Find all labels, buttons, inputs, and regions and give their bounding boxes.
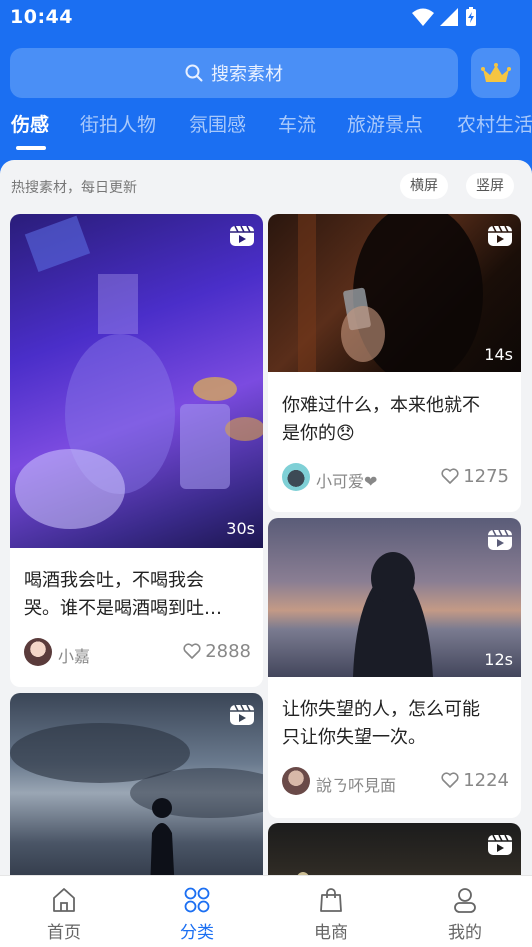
caption-line: 只让你失望一次。 bbox=[282, 727, 426, 748]
filter-portrait[interactable]: 竖屏 bbox=[466, 173, 514, 199]
video-card[interactable] bbox=[268, 823, 521, 880]
signal-icon bbox=[440, 8, 458, 26]
wifi-icon bbox=[412, 8, 434, 26]
avatar[interactable] bbox=[282, 463, 310, 491]
heart-icon bbox=[441, 772, 459, 788]
video-card[interactable] bbox=[10, 693, 263, 880]
tab-traffic[interactable]: 车流 bbox=[278, 110, 316, 137]
vip-button[interactable] bbox=[471, 48, 520, 98]
like-count[interactable]: 1275 bbox=[441, 466, 509, 487]
like-count[interactable]: 2888 bbox=[183, 641, 251, 662]
crown-icon bbox=[480, 63, 511, 82]
header: 10:44 搜索素材 伤感 街拍人物 氛围感 车流 旅游景点 农村生活 bbox=[0, 0, 532, 175]
video-thumbnail bbox=[268, 823, 521, 880]
video-duration: 30s bbox=[226, 519, 255, 538]
feed-hint: 热搜素材，每日更新 bbox=[11, 180, 137, 196]
video-thumbnail bbox=[268, 214, 521, 384]
video-caption: 让你失望的人，怎么可能 只让你失望一次。 bbox=[282, 696, 480, 752]
tab-atmosphere[interactable]: 氛围感 bbox=[189, 110, 246, 137]
username[interactable]: 小嘉 bbox=[58, 643, 90, 667]
shopping-bag-icon bbox=[320, 888, 342, 912]
heart-icon bbox=[183, 643, 201, 659]
tab-sad[interactable]: 伤感 bbox=[11, 110, 49, 137]
nav-home[interactable]: 首页 bbox=[29, 886, 99, 943]
status-time: 10:44 bbox=[10, 6, 73, 28]
video-caption: 你难过什么，本来他就不 是你的😞 bbox=[282, 392, 480, 448]
status-icons bbox=[410, 6, 494, 32]
avatar[interactable] bbox=[24, 638, 52, 666]
profile-icon bbox=[454, 888, 476, 913]
nav-label: 分类 bbox=[180, 923, 214, 943]
caption-line: 让你失望的人，怎么可能 bbox=[282, 699, 480, 720]
nav-label: 首页 bbox=[47, 923, 81, 943]
video-icon bbox=[488, 225, 512, 246]
status-bar: 10:44 bbox=[0, 0, 532, 34]
video-thumbnail bbox=[10, 693, 263, 880]
caption-line: 你难过什么，本来他就不 bbox=[282, 395, 480, 416]
search-bar[interactable]: 搜索素材 bbox=[10, 48, 458, 98]
caption-line: 是你的😞 bbox=[282, 423, 355, 444]
like-count-value: 1224 bbox=[463, 770, 509, 791]
video-card[interactable]: 12s 让你失望的人，怎么可能 只让你失望一次。 說ㄋ吥見面 1224 bbox=[268, 518, 521, 818]
heart-icon bbox=[441, 468, 459, 484]
battery-icon bbox=[466, 7, 476, 26]
video-thumbnail bbox=[268, 518, 521, 677]
video-duration: 12s bbox=[484, 650, 513, 669]
like-count[interactable]: 1224 bbox=[441, 770, 509, 791]
video-thumbnail bbox=[10, 214, 263, 548]
username[interactable]: 說ㄋ吥見面 bbox=[316, 772, 396, 796]
caption-line: 哭。谁不是喝酒喝到吐… bbox=[24, 598, 222, 619]
username[interactable]: 小可爱❤ bbox=[316, 468, 377, 492]
filter-landscape[interactable]: 横屏 bbox=[400, 173, 448, 199]
nav-label: 我的 bbox=[448, 923, 482, 943]
video-caption: 喝酒我会吐，不喝我会 哭。谁不是喝酒喝到吐… bbox=[24, 567, 222, 623]
category-icon bbox=[184, 887, 210, 913]
avatar[interactable] bbox=[282, 767, 310, 795]
nav-category[interactable]: 分类 bbox=[162, 886, 232, 943]
nav-label: 电商 bbox=[314, 923, 348, 943]
nav-shop[interactable]: 电商 bbox=[296, 886, 366, 943]
home-icon bbox=[53, 888, 75, 912]
like-count-value: 1275 bbox=[463, 466, 509, 487]
category-tabs: 伤感 街拍人物 氛围感 车流 旅游景点 农村生活 bbox=[0, 110, 532, 154]
caption-line: 喝酒我会吐，不喝我会 bbox=[24, 570, 204, 591]
bottom-nav: 首页 分类 电商 我的 bbox=[0, 875, 532, 947]
video-icon bbox=[488, 529, 512, 550]
video-icon bbox=[230, 225, 254, 246]
like-count-value: 2888 bbox=[205, 641, 251, 662]
active-tab-indicator bbox=[16, 146, 46, 150]
video-icon bbox=[230, 704, 254, 725]
nav-profile[interactable]: 我的 bbox=[430, 886, 500, 943]
tab-travel-spots[interactable]: 旅游景点 bbox=[347, 110, 423, 137]
video-duration: 14s bbox=[484, 345, 513, 364]
tab-rural-life[interactable]: 农村生活 bbox=[457, 110, 532, 137]
search-icon bbox=[185, 64, 203, 82]
video-card[interactable]: 14s 你难过什么，本来他就不 是你的😞 小可爱❤ 1275 bbox=[268, 214, 521, 512]
search-placeholder: 搜索素材 bbox=[211, 64, 283, 85]
video-icon bbox=[488, 834, 512, 855]
video-card[interactable]: 30s 喝酒我会吐，不喝我会 哭。谁不是喝酒喝到吐… 小嘉 2888 bbox=[10, 214, 263, 687]
tab-street-portrait[interactable]: 街拍人物 bbox=[80, 110, 156, 137]
feed-panel: 热搜素材，每日更新 横屏 竖屏 30s 喝酒我会吐，不喝我会 哭。谁不是喝酒喝到… bbox=[0, 160, 532, 880]
